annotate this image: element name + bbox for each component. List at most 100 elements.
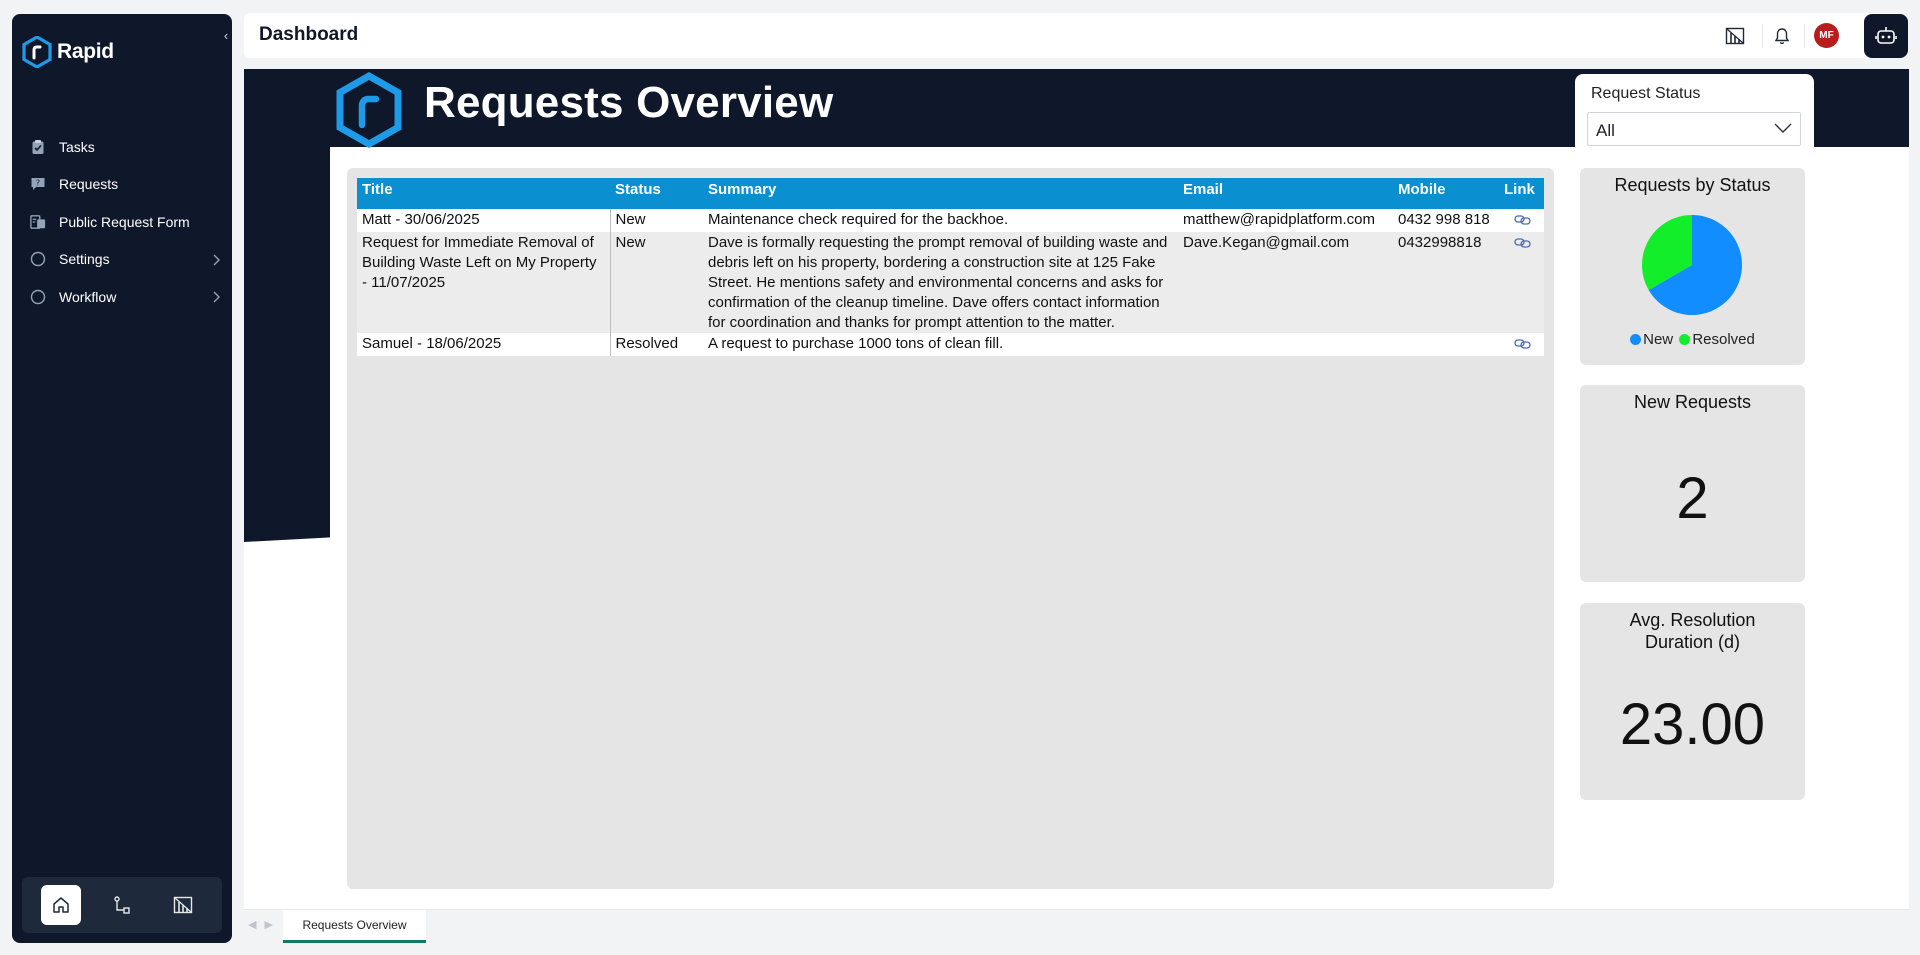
form-icon (30, 214, 46, 230)
cell-link (1499, 333, 1544, 356)
legend-dot-new (1630, 334, 1642, 345)
workflow-button[interactable] (102, 885, 142, 925)
chat-question-icon: ? (30, 176, 46, 192)
column-header-title[interactable]: Title (357, 178, 610, 209)
sidebar-item-public-request-form[interactable]: Public Request Form (12, 203, 232, 241)
legend-item-resolved[interactable]: Resolved (1679, 331, 1755, 348)
sidebar-item-label: Public Request Form (59, 213, 190, 230)
table-row[interactable]: Matt - 30/06/2025 New Maintenance check … (357, 209, 1544, 232)
cell-mobile: 0432998818 (1393, 232, 1499, 333)
sidebar-nav: Tasks ? Requests Public Request Form Set… (12, 128, 232, 316)
sidebar-item-label: Tasks (59, 138, 95, 155)
sidebar-item-requests[interactable]: ? Requests (12, 166, 232, 204)
sidebar-item-settings[interactable]: Settings (12, 241, 232, 279)
link-icon[interactable] (1514, 336, 1532, 356)
tab-scroll-arrows[interactable]: ◀▶ (248, 918, 281, 931)
link-icon[interactable] (1514, 212, 1532, 232)
chart-legend: New Resolved (1580, 331, 1805, 348)
report-logo-icon (336, 72, 402, 148)
cell-status: New (610, 232, 703, 333)
sidebar-item-tasks[interactable]: Tasks (12, 128, 232, 166)
requests-table: Title Status Summary Email Mobile Link M… (357, 178, 1544, 356)
card-title: New Requests (1633, 392, 1752, 412)
cell-email (1178, 333, 1393, 356)
bell-icon[interactable] (1771, 25, 1793, 47)
cell-summary: Maintenance check required for the backh… (703, 209, 1178, 232)
legend-label-new: New (1643, 331, 1674, 348)
table-row[interactable]: Request for Immediate Removal of Buildin… (357, 232, 1544, 333)
cell-summary: A request to purchase 1000 tons of clean… (703, 333, 1178, 356)
app-name: Rapid (57, 40, 114, 63)
sidebar-item-label: Settings (59, 251, 110, 268)
slicer-label: Request Status (1591, 85, 1701, 102)
sidebar: ‹ Rapid Tasks ? Requests Public Request … (12, 14, 232, 943)
powerbi-icon (174, 896, 193, 914)
link-icon[interactable] (1514, 235, 1532, 255)
robot-icon (1875, 27, 1897, 44)
clipboard-icon (30, 139, 46, 155)
home-icon (52, 897, 69, 913)
avatar[interactable]: MF (1814, 23, 1839, 48)
top-header: Dashboard MF (244, 13, 1902, 58)
home-button[interactable] (40, 885, 81, 925)
sidebar-bottom-bar (22, 877, 222, 933)
dropdown-value: All (1596, 121, 1615, 140)
column-header-status[interactable]: Status (610, 178, 703, 209)
assistant-bot-button[interactable] (1864, 14, 1908, 58)
report-canvas: Requests Overview Request Status All Tit… (244, 69, 1909, 942)
column-header-summary[interactable]: Summary (703, 178, 1178, 209)
cell-status: Resolved (610, 333, 703, 356)
new-requests-card: New Requests 2 (1580, 385, 1805, 582)
page-title: Dashboard (259, 24, 359, 45)
requests-table-panel: Title Status Summary Email Mobile Link M… (347, 168, 1554, 889)
legend-dot-resolved (1679, 334, 1691, 345)
cell-summary: Dave is formally requesting the prompt r… (703, 232, 1178, 333)
cell-email: matthew@rapidplatform.com (1178, 209, 1393, 232)
header-divider (1804, 24, 1805, 48)
request-status-slicer: Request Status All (1575, 74, 1814, 159)
collapse-sidebar-icon[interactable]: ‹ (219, 29, 233, 43)
legend-label-resolved: Resolved (1692, 331, 1755, 348)
powerbi-button[interactable] (163, 885, 203, 925)
card-title: Requests by Status (1614, 175, 1771, 195)
cell-link (1499, 209, 1544, 232)
table-header-row: Title Status Summary Email Mobile Link (357, 178, 1544, 209)
circle-icon (30, 289, 46, 305)
circle-icon (30, 251, 46, 267)
table-row[interactable]: Samuel - 18/06/2025 Resolved A request t… (357, 333, 1544, 356)
cell-mobile: 0432 998 818 (1393, 209, 1499, 232)
cell-link (1499, 232, 1544, 333)
cell-status: New (610, 209, 703, 232)
column-header-email[interactable]: Email (1178, 178, 1393, 209)
cell-mobile (1393, 333, 1499, 356)
cell-title: Matt - 30/06/2025 (357, 209, 611, 232)
column-header-mobile[interactable]: Mobile (1393, 178, 1499, 209)
avg-resolution-card: Avg. Resolution Duration (d) 23.00 (1580, 603, 1805, 800)
status-pie-chart[interactable] (1580, 205, 1805, 325)
cell-email: Dave.Kegan@gmail.com (1178, 232, 1393, 333)
sidebar-item-label: Workflow (59, 288, 117, 305)
status-dropdown[interactable]: All (1587, 112, 1801, 146)
cell-title: Samuel - 18/06/2025 (357, 333, 611, 356)
rapid-logo-icon (22, 36, 52, 68)
flow-icon (114, 896, 130, 914)
chevron-right-icon[interactable] (212, 253, 220, 269)
chevron-down-icon (1774, 121, 1792, 139)
requests-by-status-card: Requests by Status New Resolved (1580, 168, 1805, 365)
column-header-link[interactable]: Link (1499, 178, 1544, 209)
sidebar-item-workflow[interactable]: Workflow (12, 278, 232, 316)
header-divider (1762, 24, 1763, 48)
chevron-right-icon[interactable] (212, 290, 220, 306)
tab-requests-overview[interactable]: Requests Overview (283, 910, 426, 943)
report-tab-bar: ◀▶ Requests Overview (244, 909, 1909, 943)
card-title: Avg. Resolution Duration (d) (1629, 610, 1756, 652)
legend-item-new[interactable]: New (1630, 331, 1673, 348)
cell-title: Request for Immediate Removal of Buildin… (357, 232, 611, 333)
powerbi-header-icon[interactable] (1724, 25, 1746, 47)
svg-text:?: ? (36, 179, 40, 188)
app-logo[interactable]: Rapid (22, 36, 114, 68)
avg-resolution-value: 23.00 (1619, 692, 1766, 757)
report-title: Requests Overview (424, 78, 834, 127)
new-requests-value: 2 (1676, 466, 1709, 531)
sidebar-item-label: Requests (59, 176, 119, 193)
